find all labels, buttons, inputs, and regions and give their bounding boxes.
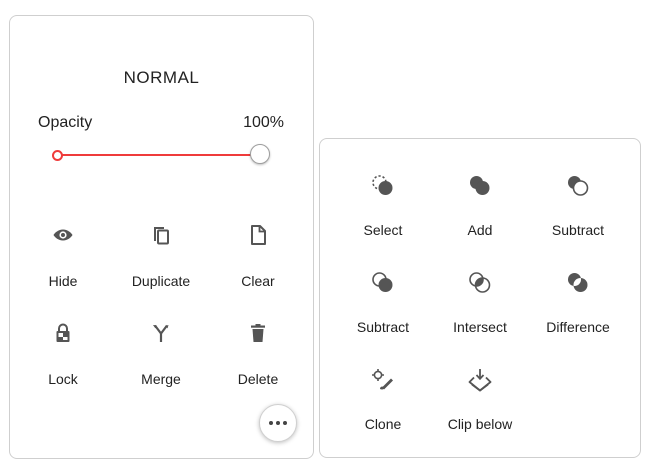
- more-horizontal-icon: [269, 421, 273, 425]
- add-button[interactable]: Add: [428, 173, 532, 238]
- duplicate-label: Duplicate: [131, 273, 191, 289]
- trash-icon: [251, 324, 265, 342]
- file-icon: [251, 225, 266, 245]
- opacity-slider-track[interactable]: [56, 154, 259, 156]
- mask-panel: Select Add Subtract Subtract Intersect D…: [319, 138, 641, 458]
- subtract-reverse-button[interactable]: Subtract: [331, 270, 435, 335]
- delete-label: Delete: [237, 371, 279, 387]
- lock-icon: [56, 323, 70, 342]
- merge-icon: [153, 324, 169, 342]
- clone-button[interactable]: Clone: [331, 367, 435, 432]
- intersect-label: Intersect: [453, 319, 507, 335]
- clear-button[interactable]: Clear: [208, 223, 308, 289]
- lock-button[interactable]: Lock: [13, 321, 113, 387]
- select-mask-icon: [372, 175, 393, 195]
- subtract-reverse-mask-icon: [372, 272, 393, 292]
- copy-icon: [154, 227, 169, 245]
- opacity-slider[interactable]: [52, 144, 270, 164]
- duplicate-button[interactable]: Duplicate: [111, 223, 211, 289]
- intersect-button[interactable]: Intersect: [428, 270, 532, 335]
- opacity-value: 100%: [243, 114, 284, 131]
- difference-mask-icon: [568, 273, 588, 292]
- more-options-button[interactable]: [259, 404, 297, 442]
- merge-button[interactable]: Merge: [111, 321, 211, 387]
- hide-label: Hide: [48, 273, 78, 289]
- clear-label: Clear: [241, 273, 275, 289]
- merge-label: Merge: [141, 371, 181, 387]
- difference-label: Difference: [546, 319, 610, 335]
- clip-below-button[interactable]: Clip below: [428, 367, 532, 432]
- clip-below-icon: [468, 369, 492, 392]
- difference-button[interactable]: Difference: [526, 270, 630, 335]
- add-mask-icon: [470, 176, 490, 195]
- select-label: Select: [363, 222, 403, 238]
- subtract-mask-icon: [568, 176, 589, 196]
- opacity-label: Opacity: [38, 114, 93, 131]
- hide-button[interactable]: Hide: [13, 223, 113, 289]
- clip-below-label: Clip below: [447, 416, 513, 432]
- opacity-slider-thumb[interactable]: [250, 144, 270, 164]
- lock-label: Lock: [48, 371, 78, 387]
- eye-icon: [53, 229, 73, 241]
- subtract-reverse-label: Subtract: [356, 319, 410, 335]
- clone-label: Clone: [364, 416, 402, 432]
- intersect-mask-icon: [469, 272, 491, 293]
- subtract-label: Subtract: [551, 222, 605, 238]
- delete-button[interactable]: Delete: [208, 321, 308, 387]
- subtract-button[interactable]: Subtract: [526, 173, 630, 238]
- add-label: Add: [467, 222, 493, 238]
- opacity-slider-min-marker: [52, 150, 63, 161]
- blend-mode-selector[interactable]: NORMAL: [10, 68, 313, 88]
- layer-panel: NORMAL Opacity 100% Hide Duplicate Clear: [9, 15, 314, 459]
- clone-icon: [372, 369, 393, 390]
- select-button[interactable]: Select: [331, 173, 435, 238]
